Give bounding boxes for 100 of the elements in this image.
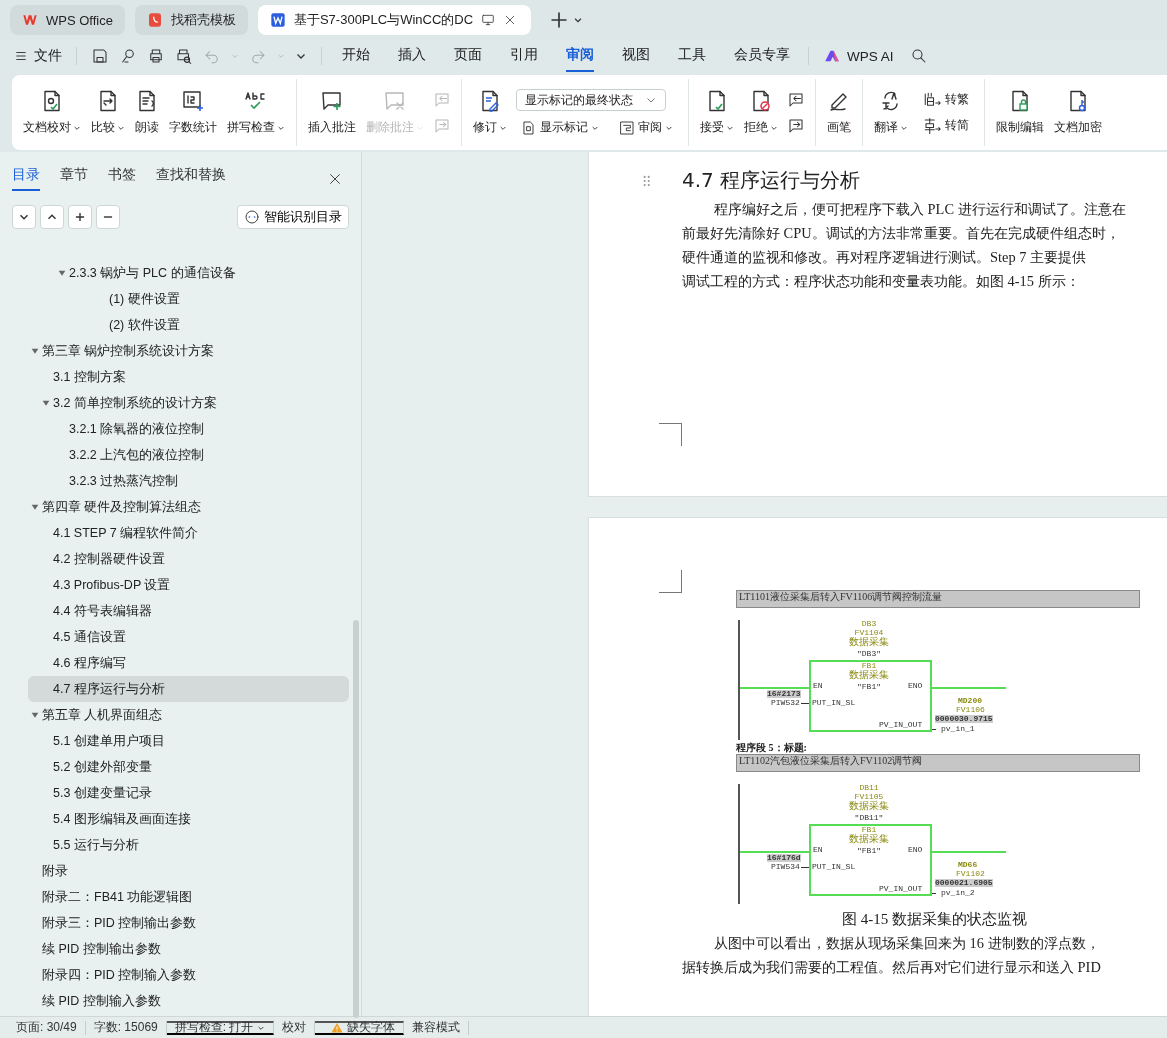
ribbon-tab[interactable]: 工具 xyxy=(678,40,706,72)
toc-item[interactable]: 3.2.2 上汽包的液位控制 xyxy=(28,442,349,468)
toc-item[interactable]: 续 PID 控制输出参数 xyxy=(28,936,349,962)
instance-label: 数据采集 xyxy=(848,638,890,648)
toc-item[interactable]: 附录四：PID 控制输入参数 xyxy=(28,962,349,988)
ribbon-button[interactable]: 拒绝 xyxy=(739,79,783,146)
toc-item[interactable]: 5.5 运行与分析 xyxy=(28,832,349,858)
ribbon-button[interactable]: 文档校对 xyxy=(18,79,86,146)
ribbon-button[interactable]: 比较 xyxy=(86,79,130,146)
expanded-triangle-icon[interactable] xyxy=(42,399,50,407)
toc-item[interactable]: 5.2 创建外部变量 xyxy=(28,754,349,780)
toc-item[interactable]: 第四章 硬件及控制算法组态 xyxy=(28,494,349,520)
toc-item[interactable]: 5.4 图形编辑及画面连接 xyxy=(28,806,349,832)
wps-ai-button[interactable]: WPS AI xyxy=(823,47,894,65)
toc-item[interactable]: 3.1 控制方案 xyxy=(28,364,349,390)
connector-line xyxy=(801,703,809,704)
toc-item[interactable]: 附录二：FB41 功能逻辑图 xyxy=(28,884,349,910)
toc-item[interactable]: 4.5 通信设置 xyxy=(28,624,349,650)
block-label: FB1 xyxy=(860,662,877,670)
toc-item[interactable]: 3.2 简单控制系统的设计方案 xyxy=(28,390,349,416)
toc-item[interactable]: 4.7 程序运行与分析 xyxy=(28,676,349,702)
ribbon-button[interactable]: 字数统计 xyxy=(164,79,222,146)
toc-item[interactable]: 4.2 控制器硬件设置 xyxy=(28,546,349,572)
spell-check-status[interactable]: 拼写检查: 打开 xyxy=(166,1020,275,1035)
browser-tab[interactable]: 基于S7-300PLC与WinCC的DC xyxy=(257,5,532,35)
ribbon-button[interactable]: 限制编辑 xyxy=(991,79,1049,146)
ribbon-tab[interactable]: 引用 xyxy=(510,40,538,72)
ribbon-tab[interactable]: 页面 xyxy=(454,40,482,72)
toc-item[interactable]: 5.3 创建变量记录 xyxy=(28,780,349,806)
ribbon-button[interactable]: 转简 xyxy=(917,116,974,135)
ribbon-tab[interactable]: 审阅 xyxy=(566,40,594,72)
save-icon[interactable] xyxy=(91,47,109,65)
browser-tab[interactable]: 找稻壳模板 xyxy=(134,5,248,35)
toc-item[interactable]: 4.3 Profibus-DP 设置 xyxy=(28,572,349,598)
monitor-icon xyxy=(481,13,496,27)
ribbon-tab[interactable]: 开始 xyxy=(342,40,370,72)
ribbon-tab[interactable]: 视图 xyxy=(622,40,650,72)
toc-item[interactable]: 4.4 符号表编辑器 xyxy=(28,598,349,624)
markup-view-dropdown[interactable]: 显示标记的最终状态 xyxy=(516,89,666,111)
expand-up-button[interactable] xyxy=(40,205,64,229)
expanded-triangle-icon[interactable] xyxy=(31,503,39,511)
sidebar-tab[interactable]: 章节 xyxy=(60,166,88,191)
new-tab-plus-icon[interactable] xyxy=(549,10,570,30)
ribbon-button[interactable]: 文档加密 xyxy=(1049,79,1107,146)
character-convert-icon xyxy=(922,90,942,109)
toc-item[interactable]: 2.3.3 锅炉与 PLC 的通信设备 xyxy=(28,260,349,286)
file-menu[interactable]: 文件 xyxy=(14,47,62,65)
ribbon-tab[interactable]: 插入 xyxy=(398,40,426,72)
expanded-triangle-icon[interactable] xyxy=(31,347,39,355)
plus-button[interactable] xyxy=(68,205,92,229)
warning-icon xyxy=(331,1021,344,1034)
ribbon-button[interactable]: 显示标记 xyxy=(516,119,604,136)
crop-mark xyxy=(659,570,682,593)
expanded-triangle-icon[interactable] xyxy=(31,711,39,719)
minus-button[interactable] xyxy=(96,205,120,229)
input-wire xyxy=(740,687,809,689)
instance-label: 数据采集 xyxy=(848,802,890,812)
ribbon-button[interactable]: 修订 xyxy=(468,79,512,146)
toc-item[interactable]: 4.1 STEP 7 编程软件简介 xyxy=(28,520,349,546)
ribbon-button[interactable]: 画笔 xyxy=(822,79,856,146)
network-title-bar: LT1102汽包液位采集后转入FV1102调节阀 xyxy=(736,754,1140,772)
expanded-triangle-icon[interactable] xyxy=(58,269,66,277)
browser-tab[interactable]: WPS Office xyxy=(10,5,125,35)
ribbon-tab[interactable]: 会员专享 xyxy=(734,40,790,72)
ribbon-button[interactable]: 审阅 xyxy=(614,119,678,136)
sidebar-tab[interactable]: 目录 xyxy=(12,166,40,191)
ribbon-button[interactable]: 翻译 xyxy=(869,79,913,146)
toc-item[interactable]: (2) 软件设置 xyxy=(28,312,349,338)
caret-icon[interactable] xyxy=(573,15,584,25)
print-icon[interactable] xyxy=(147,47,165,65)
toc-item[interactable]: 第三章 锅炉控制系统设计方案 xyxy=(28,338,349,364)
ribbon-button[interactable]: 拼写检查 xyxy=(222,79,290,146)
search-icon[interactable] xyxy=(909,47,928,65)
next-comment-icon[interactable] xyxy=(787,116,805,135)
smart-toc-button[interactable]: 智能识别目录 xyxy=(237,205,349,229)
toc-item[interactable]: 3.2.3 过热蒸汽控制 xyxy=(28,468,349,494)
toc-item[interactable]: 5.1 创建单用户项目 xyxy=(28,728,349,754)
toc-item[interactable]: 附录三：PID 控制输出参数 xyxy=(28,910,349,936)
toc-item[interactable]: 4.6 程序编写 xyxy=(28,650,349,676)
crop-mark xyxy=(659,423,682,446)
collapse-down-button[interactable] xyxy=(12,205,36,229)
toc-item[interactable]: 附录 xyxy=(28,858,349,884)
input-address: PIW534 xyxy=(771,863,800,871)
toc-item[interactable]: 第五章 人机界面组态 xyxy=(28,702,349,728)
instance-label: DB11 xyxy=(858,784,880,792)
ribbon-button[interactable]: 接受 xyxy=(695,79,739,146)
toc-item[interactable]: (1) 硬件设置 xyxy=(28,286,349,312)
sidebar-tab[interactable]: 查找和替换 xyxy=(156,166,226,191)
ribbon-button[interactable]: 插入批注 xyxy=(303,79,361,146)
sidebar-tab[interactable]: 书签 xyxy=(108,166,136,191)
ribbon-button[interactable]: 朗读 xyxy=(130,79,164,146)
output-address: MD66 xyxy=(958,861,978,869)
output-symbol: FV1106 xyxy=(956,706,985,714)
toc-item[interactable]: 续 PID 控制输入参数 xyxy=(28,988,349,1014)
ribbon-button[interactable]: 转繁 xyxy=(917,90,974,109)
missing-fonts-status[interactable]: 缺失字体 xyxy=(315,1020,405,1035)
print-preview-icon[interactable] xyxy=(175,47,193,65)
toc-item[interactable]: 3.2.1 除氧器的液位控制 xyxy=(28,416,349,442)
previous-comment-icon[interactable] xyxy=(787,90,805,109)
network-title-bar: LT1101液位采集后转入FV1106调节阀控制流量 xyxy=(736,590,1140,608)
